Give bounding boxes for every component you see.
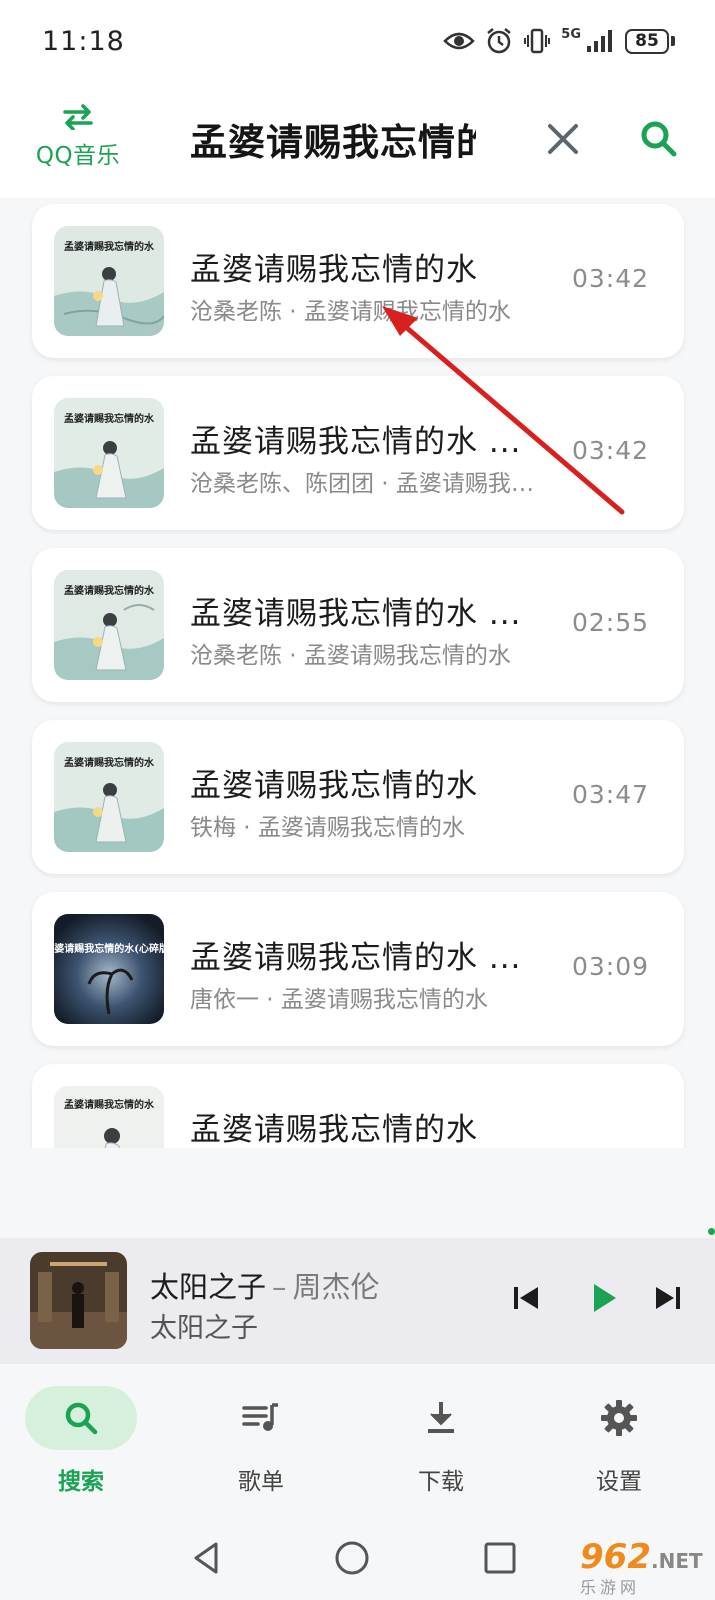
cover-text: 孟婆请赐我忘情的水 — [64, 412, 155, 425]
recents-icon — [484, 1542, 516, 1574]
player-artist: 周杰伦 — [292, 1270, 380, 1304]
play-button[interactable] — [582, 1276, 626, 1320]
swap-icon — [63, 104, 93, 130]
nav-download[interactable]: 下载 — [366, 1386, 516, 1496]
song-duration: 02:55 — [572, 608, 650, 637]
source-label: QQ音乐 — [35, 143, 121, 169]
song-title: 孟婆请赐我忘情的水 ... — [190, 596, 522, 632]
source-switch-button[interactable]: QQ音乐 — [26, 104, 130, 172]
status-bar: 11:18 5G 85 — [0, 0, 715, 82]
recents-button[interactable] — [480, 1538, 520, 1578]
nav-settings[interactable]: 设置 — [544, 1386, 694, 1496]
album-cover: 孟婆请赐我忘情的水 — [54, 742, 164, 852]
cover-text: 孟婆请赐我忘情的水 — [64, 240, 155, 253]
battery-icon: 85 — [625, 28, 675, 54]
search-results-list[interactable]: 孟婆请赐我忘情的水 孟婆请赐我忘情的水 沧桑老陈 · 孟婆请赐我忘情的水 03:… — [0, 198, 715, 1148]
skip-previous-icon — [514, 1287, 538, 1309]
song-duration: 03:42 — [572, 436, 650, 465]
song-duration — [572, 1124, 672, 1148]
search-button[interactable] — [636, 116, 682, 162]
indicator-dot — [708, 1228, 715, 1235]
bottom-navigation: 搜索 歌单 下载 设置 — [0, 1364, 715, 1518]
song-subtitle: 沧桑老陈 · 孟婆请赐我忘情的水 — [190, 299, 511, 325]
watermark-main: 962 — [580, 1537, 651, 1577]
song-title: 孟婆请赐我忘情的水 ... — [190, 940, 522, 976]
vibrate-icon — [524, 28, 551, 54]
album-cover: 孟婆请赐我忘情的水(心碎版) — [54, 914, 164, 1024]
alarm-icon — [487, 28, 512, 54]
album-cover: 孟婆请赐我忘情的水 — [54, 398, 164, 508]
song-subtitle: 铁梅 · 孟婆请赐我忘情的水 — [190, 815, 465, 841]
song-subtitle: 唐依一 · 孟婆请赐我忘情的水 — [190, 987, 488, 1013]
search-header: QQ音乐 孟婆请赐我忘情的水 — [0, 82, 715, 198]
cover-text: 孟婆请赐我忘情的水 — [64, 756, 155, 769]
battery-level: 85 — [625, 28, 669, 54]
mini-player[interactable]: 太阳之子 – 周杰伦 太阳之子 — [0, 1238, 715, 1364]
nav-playlist[interactable]: 歌单 — [186, 1386, 336, 1496]
watermark-logo: 962.NET 乐游网 — [580, 1537, 710, 1597]
watermark-net: .NET — [650, 1549, 703, 1573]
skip-next-icon — [656, 1287, 680, 1309]
gear-icon — [601, 1400, 637, 1436]
nav-label: 歌单 — [238, 1469, 284, 1495]
back-button[interactable] — [186, 1538, 226, 1578]
play-icon — [594, 1284, 616, 1312]
previous-button[interactable] — [506, 1278, 546, 1318]
cover-text: 孟婆请赐我忘情的水 — [64, 584, 155, 597]
clear-button[interactable] — [540, 116, 586, 162]
song-title: 孟婆请赐我忘情的水 — [190, 768, 478, 804]
close-icon — [548, 124, 578, 154]
search-icon — [65, 1402, 98, 1435]
song-duration: 03:09 — [572, 952, 650, 981]
nav-label: 下载 — [418, 1469, 464, 1495]
nav-label: 设置 — [596, 1469, 642, 1495]
player-track-line: 太阳之子 – 周杰伦 — [150, 1264, 380, 1306]
song-subtitle: 沧桑老陈 · 孟婆请赐我忘情的水 — [190, 643, 511, 669]
eye-icon — [443, 32, 476, 50]
playlist-icon — [242, 1403, 278, 1431]
cover-text: 孟婆请赐我忘情的水 — [64, 1098, 155, 1111]
list-item[interactable]: 孟婆请赐我忘情的水 孟婆请赐我忘情的水 沧桑老陈 · 孟婆请赐我忘情的水 03:… — [32, 204, 684, 358]
cover-text: 孟婆请赐我忘情的水(心碎版) — [54, 942, 164, 955]
player-title: 太阳之子 — [150, 1270, 267, 1304]
song-title: 孟婆请赐我忘情的水 — [190, 1112, 478, 1148]
list-item[interactable]: 孟婆请赐我忘情的水 孟婆请赐我忘情的水 ... 沧桑老陈 · 孟婆请赐我忘情的水… — [32, 548, 684, 702]
home-button[interactable] — [332, 1538, 372, 1578]
download-icon — [428, 1402, 454, 1433]
song-title: 孟婆请赐我忘情的水 — [190, 252, 478, 288]
signal-icon — [587, 30, 612, 52]
status-icons: 5G 85 — [443, 27, 675, 55]
album-cover: 孟婆请赐我忘情的水 — [54, 1086, 164, 1148]
player-cover[interactable] — [30, 1252, 127, 1349]
status-time: 11:18 — [42, 25, 125, 57]
song-duration: 03:42 — [572, 264, 650, 293]
list-item[interactable]: 孟婆请赐我忘情的水 孟婆请赐我忘情的水 — [32, 1064, 684, 1148]
watermark-sub: 乐游网 — [580, 1578, 641, 1597]
album-cover: 孟婆请赐我忘情的水 — [54, 226, 164, 336]
back-icon — [194, 1542, 218, 1574]
song-duration: 03:47 — [572, 780, 650, 809]
nav-search[interactable]: 搜索 — [6, 1386, 156, 1496]
home-icon — [335, 1541, 369, 1575]
player-separator: – — [272, 1270, 287, 1304]
list-item[interactable]: 孟婆请赐我忘情的水 孟婆请赐我忘情的水 ... 沧桑老陈、陈团团 · 孟婆请赐我… — [32, 376, 684, 530]
search-input[interactable]: 孟婆请赐我忘情的水 — [190, 112, 476, 164]
album-cover: 孟婆请赐我忘情的水 — [54, 570, 164, 680]
search-icon — [641, 121, 677, 157]
list-item[interactable]: 孟婆请赐我忘情的水 孟婆请赐我忘情的水 铁梅 · 孟婆请赐我忘情的水 03:47 — [32, 720, 684, 874]
nav-label: 搜索 — [58, 1469, 104, 1495]
player-album: 太阳之子 — [150, 1313, 258, 1344]
song-subtitle: 沧桑老陈、陈团团 · 孟婆请赐我忘情的水 — [190, 471, 540, 497]
next-button[interactable] — [648, 1278, 688, 1318]
network-type: 5G — [561, 26, 581, 42]
song-title: 孟婆请赐我忘情的水 ... — [190, 424, 522, 460]
list-item[interactable]: 孟婆请赐我忘情的水(心碎版) 孟婆请赐我忘情的水 ... 唐依一 · 孟婆请赐我… — [32, 892, 684, 1046]
